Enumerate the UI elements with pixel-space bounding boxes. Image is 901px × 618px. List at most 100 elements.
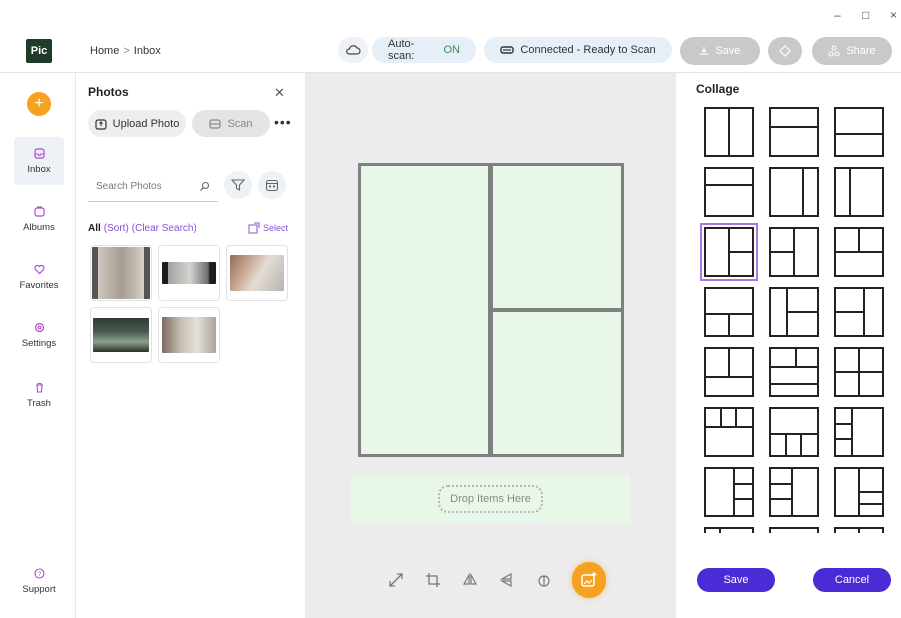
layout-divider	[735, 409, 738, 428]
flip-vertical-button[interactable]	[497, 570, 516, 590]
sort-link[interactable]: (Sort)	[104, 223, 129, 234]
photo-thumbnail[interactable]	[158, 245, 220, 301]
collage-layout-option[interactable]	[834, 347, 884, 397]
cloud-icon	[346, 45, 361, 55]
expand-button[interactable]	[386, 570, 405, 590]
calendar-button[interactable]	[258, 171, 286, 199]
layout-divider	[718, 529, 721, 533]
collage-layout-option[interactable]	[704, 467, 754, 517]
scan-label: Scan	[227, 117, 253, 130]
collage-layout-option[interactable]	[834, 167, 884, 217]
cloud-button[interactable]	[338, 37, 368, 63]
layout-divider	[771, 366, 817, 369]
nav-label-inbox: Inbox	[27, 164, 51, 175]
effects-icon	[538, 575, 550, 587]
more-options-button[interactable]: •••	[274, 114, 292, 130]
layout-divider	[851, 409, 854, 455]
clear-search-link[interactable]: (Clear Search)	[132, 223, 197, 234]
collage-layout-option[interactable]	[769, 527, 819, 533]
flip-horizontal-button[interactable]	[460, 570, 479, 590]
collage-cancel-button[interactable]: Cancel	[813, 568, 891, 592]
nav-item-trash[interactable]: Trash	[14, 371, 64, 419]
search-input[interactable]: Search Photos	[88, 172, 218, 202]
upload-photo-button[interactable]: Upload Photo	[88, 110, 186, 137]
drop-zone[interactable]: Drop Items Here	[351, 475, 630, 523]
collage-layout-option[interactable]	[834, 467, 884, 517]
maximize-button[interactable]: □	[862, 8, 869, 22]
filter-button[interactable]	[224, 171, 252, 199]
collage-layout-option[interactable]	[834, 287, 884, 337]
collage-layout-option[interactable]	[834, 407, 884, 457]
collage-layout-option[interactable]	[704, 167, 754, 217]
nav-item-settings[interactable]: Settings	[14, 311, 64, 359]
help-icon: ?	[33, 567, 45, 579]
nav-item-favorites[interactable]: Favorites	[14, 253, 64, 301]
photo-thumbnail[interactable]	[226, 245, 288, 301]
nav-item-support[interactable]: ? Support	[14, 557, 64, 605]
collage-layout-option[interactable]	[704, 407, 754, 457]
collage-layout-option[interactable]	[769, 407, 819, 457]
add-photo-button[interactable]	[571, 562, 607, 598]
collage-layout-option[interactable]	[704, 287, 754, 337]
add-button[interactable]: +	[27, 92, 51, 116]
collage-layout-option[interactable]	[834, 527, 884, 533]
collage-layout-option[interactable]	[700, 223, 758, 281]
scan-button[interactable]: Scan	[192, 110, 270, 137]
close-window-button[interactable]: ×	[890, 8, 897, 22]
trash-icon	[33, 381, 45, 393]
close-photos-button[interactable]: ✕	[274, 85, 285, 101]
collage-layout-option[interactable]	[834, 107, 884, 157]
crop-button[interactable]	[423, 570, 442, 590]
layout-divider	[859, 502, 882, 505]
collage-layout-option[interactable]	[769, 467, 819, 517]
layout-divider	[836, 423, 853, 426]
select-link[interactable]: Select	[248, 222, 288, 234]
collage-layout-option[interactable]	[704, 107, 754, 157]
autoscan-value: ON	[443, 44, 461, 56]
search-placeholder: Search Photos	[96, 181, 162, 192]
layout-divider	[732, 469, 735, 515]
layout-divider	[771, 251, 794, 253]
collage-layout-option[interactable]	[704, 347, 754, 397]
nav-item-inbox[interactable]: Inbox	[14, 137, 64, 185]
collage-layout-option[interactable]	[769, 287, 819, 337]
collage-layout-option[interactable]	[769, 227, 819, 277]
photo-thumbnail[interactable]	[90, 245, 152, 301]
breadcrumb-home[interactable]: Home	[90, 45, 119, 57]
share-button[interactable]: Share	[812, 37, 892, 65]
nav-item-albums[interactable]: Albums	[14, 195, 64, 243]
connection-status[interactable]: Connected - Ready to Scan	[484, 37, 672, 63]
search-icon	[200, 181, 210, 191]
print-button[interactable]	[768, 37, 802, 65]
collage-layout-option[interactable]	[834, 227, 884, 277]
all-label[interactable]: All	[88, 223, 101, 234]
add-photo-icon	[581, 572, 597, 587]
layout-grid	[676, 103, 901, 533]
plus-icon: +	[34, 95, 44, 112]
effects-button[interactable]	[535, 570, 554, 590]
share-icon	[828, 45, 840, 57]
photo-image	[162, 317, 216, 353]
share-label: Share	[846, 45, 876, 57]
autoscan-status[interactable]: Auto-scan: ON	[372, 37, 476, 63]
layout-divider	[858, 529, 860, 533]
photo-thumbnail[interactable]	[90, 307, 152, 363]
layout-divider	[706, 426, 752, 429]
crop-icon	[425, 573, 440, 587]
collage-layout-option[interactable]	[769, 107, 819, 157]
collage-layout-option[interactable]	[769, 347, 819, 397]
minimize-button[interactable]: –	[834, 8, 841, 22]
layout-divider	[771, 483, 792, 486]
left-nav: + Inbox Albums Favorites Settings Trash …	[0, 73, 76, 618]
collage-layout-option[interactable]	[769, 167, 819, 217]
layout-divider	[848, 169, 851, 215]
collage-cell[interactable]	[361, 166, 488, 454]
collage-layout-option[interactable]	[704, 527, 754, 533]
collage-cell[interactable]	[493, 312, 621, 454]
layout-divider	[771, 382, 817, 385]
collage-cell[interactable]	[493, 166, 621, 308]
header-save-button[interactable]: Save	[680, 37, 760, 65]
breadcrumb: Home > Inbox	[90, 45, 161, 57]
photo-thumbnail[interactable]	[158, 307, 220, 363]
collage-save-button[interactable]: Save	[697, 568, 775, 592]
